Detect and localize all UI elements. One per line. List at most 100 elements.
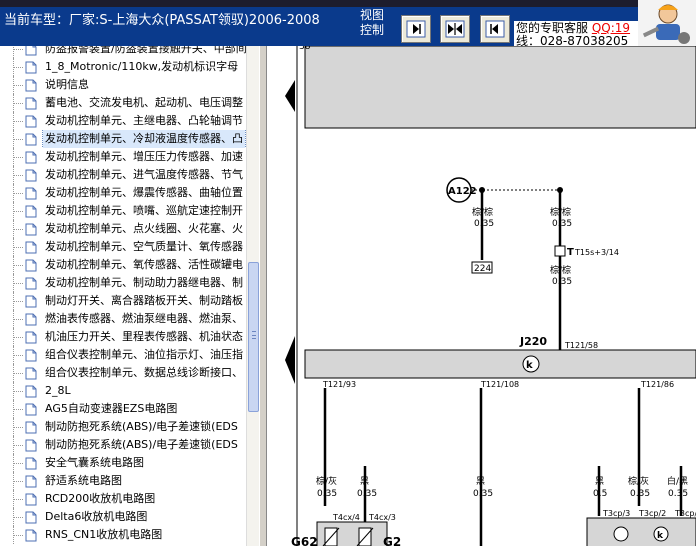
tree-item[interactable]: 发动机控制单元、冷却液温度传感器、凸 [0,130,246,148]
tree-branch-line [13,139,23,140]
tree-branch-line [13,67,23,68]
connector-t3cp1: T3cp/1 [674,509,696,518]
tree-branch-line [13,355,23,356]
tree-item[interactable]: 安全气囊系统电路图 [0,454,246,472]
tree-item[interactable]: 机油压力开关、里程表传感器、机油状态 [0,328,246,346]
view-control-label: 视图 控制 [360,8,384,38]
tree-scrollbar[interactable] [246,46,259,546]
g62-label: G62 [291,535,318,546]
document-icon [25,151,37,164]
svg-text:k: k [526,360,533,371]
document-icon [25,331,37,344]
tree-item[interactable]: 发动机控制单元、主继电器、凸轮轴调节 [0,112,246,130]
top-edge-label: 38 [299,46,311,52]
t121-58-label: T121/58 [564,341,598,350]
lower-wire5-gauge: 0.35 [630,489,650,499]
tree-item-label: 燃油表传感器、燃油泵继电器、燃油泵、 [45,312,243,325]
prev-page-button[interactable] [480,15,510,43]
document-icon [25,529,37,542]
tree-item-label: RNS_CN1收放机电路图 [45,528,163,541]
tree-guide-line [13,46,14,58]
document-icon [25,46,37,56]
document-icon [25,61,37,74]
wire1-color: 棕/棕 [472,206,493,218]
tree-item[interactable]: 发动机控制单元、进气温度传感器、节气 [0,166,246,184]
tree-item-label: 2_8L [45,384,71,397]
tree-item[interactable]: AG5自动变速器EZS电路图 [0,400,246,418]
document-icon [25,133,37,146]
tree-branch-line [13,445,23,446]
tree-item[interactable]: 发动机控制单元、爆震传感器、曲轴位置 [0,184,246,202]
tree-item[interactable]: 发动机控制单元、氧传感器、活性碳罐电 [0,256,246,274]
j220-label: J220 [519,335,547,348]
document-icon [25,511,37,524]
document-icon [25,421,37,434]
document-icon [25,475,37,488]
g2-label: G2 [383,535,401,546]
tree-branch-line [13,103,23,104]
tree-item-label: 发动机控制单元、空气质量计、氧传感器 [45,240,243,253]
tree-item-label: 蓄电池、交流发电机、起动机、电压调整 [45,96,243,109]
tree-item-label: 制动防抱死系统(ABS)/电子差速锁(EDS [45,420,238,433]
view-control-line1: 视图 [360,8,385,22]
tree-item[interactable]: 制动灯开关、离合器踏板开关、制动踏板 [0,292,246,310]
diagram-tree: 防盗报警装置/防盗装置接触开关、中部间 1_8_Motronic/110kw,发动… [0,46,246,546]
tree-item[interactable]: 发动机控制单元、点火线圈、火花塞、火 [0,220,246,238]
tree-item[interactable]: 发动机控制单元、制动助力器继电器、制 [0,274,246,292]
tree-item[interactable]: 燃油表传感器、燃油泵继电器、燃油泵、 [0,310,246,328]
tree-item[interactable]: Delta6收放机电路图 [0,508,246,526]
tree-item[interactable]: 1_8_Motronic/110kw,发动机标识字母 [0,58,246,76]
fit-view-button[interactable] [440,15,470,43]
tree-item[interactable]: RNS_CN1收放机电路图 [0,526,246,544]
tree-item-label: 发动机控制单元、主继电器、凸轮轴调节 [45,114,243,127]
tree-item-label: 舒适系统电路图 [45,474,122,487]
document-icon [25,187,37,200]
tree-item[interactable]: 发动机控制单元、喷嘴、巡航定速控制开 [0,202,246,220]
tree-item-label: 发动机控制单元、喷嘴、巡航定速控制开 [45,204,243,217]
tree-item-label: 发动机控制单元、进气温度传感器、节气 [45,168,243,181]
document-icon [25,115,37,128]
tree-item-label: RCD200收放机电路图 [45,492,156,505]
tree-branch-line [13,301,23,302]
wire2-gauge: 0.35 [552,219,572,229]
tree-item-label: 制动防抱死系统(ABS)/电子差速锁(EDS [45,438,238,451]
tree-item[interactable]: 说明信息 [0,76,246,94]
lower-wire2-color: 黑 [360,476,369,487]
tree-item[interactable]: 发动机控制单元、空气质量计、氧传感器 [0,238,246,256]
pin-t121-86: T121/86 [640,380,674,389]
connector-t3cp3: T3cp/3 [602,509,630,518]
tree-branch-line [13,499,23,500]
wiring-diagram-view[interactable]: 38 A122 棕/棕 0.35 224 棕/棕 0.35 T T15s+3/1… [267,46,696,546]
tree-item[interactable]: 舒适系统电路图 [0,472,246,490]
pin-t121-108: T121/108 [480,380,519,389]
scrollbar-thumb[interactable] [248,262,259,412]
tree-item[interactable]: 组合仪表控制单元、油位指示灯、油压指 [0,346,246,364]
tree-item[interactable]: 蓄电池、交流发电机、起动机、电压调整 [0,94,246,112]
tree-branch-line [13,391,23,392]
scrollbar-grip [252,331,256,339]
tree-item-label: 说明信息 [45,78,89,91]
tree-item[interactable]: RCD200收放机电路图 [0,490,246,508]
next-page-button[interactable] [401,15,431,43]
qq-link[interactable]: QQ:19 [592,21,630,35]
wire1-gauge: 0.35 [474,219,494,229]
tree-item[interactable]: 2_8L [0,382,246,400]
tree-branch-line [13,427,23,428]
document-icon [25,313,37,326]
document-icon [25,205,37,218]
tree-item[interactable]: 防盗报警装置/防盗装置接触开关、中部间 [0,46,246,58]
tree-branch-line [13,283,23,284]
tree-item[interactable]: 制动防抱死系统(ABS)/电子差速锁(EDS [0,436,246,454]
document-icon [25,367,37,380]
tree-item[interactable]: 制动防抱死系统(ABS)/电子差速锁(EDS [0,418,246,436]
pane-splitter[interactable] [259,46,267,546]
document-icon [25,223,37,236]
tree-item[interactable]: 发动机控制单元、增压压力传感器、加速 [0,148,246,166]
app-header: 当前车型：厂家:S-上海大众(PASSAT领驭)2006-2008 视图 控制 … [0,0,696,46]
wire2b-color: 棕/棕 [550,264,571,276]
tree-item-label: Delta6收放机电路图 [45,510,148,523]
svg-text:k: k [657,531,664,541]
tree-item[interactable]: 组合仪表控制单元、数据总线诊断接口、 [0,364,246,382]
document-icon [25,169,37,182]
tree-item-label: 发动机控制单元、爆震传感器、曲轴位置 [45,186,243,199]
